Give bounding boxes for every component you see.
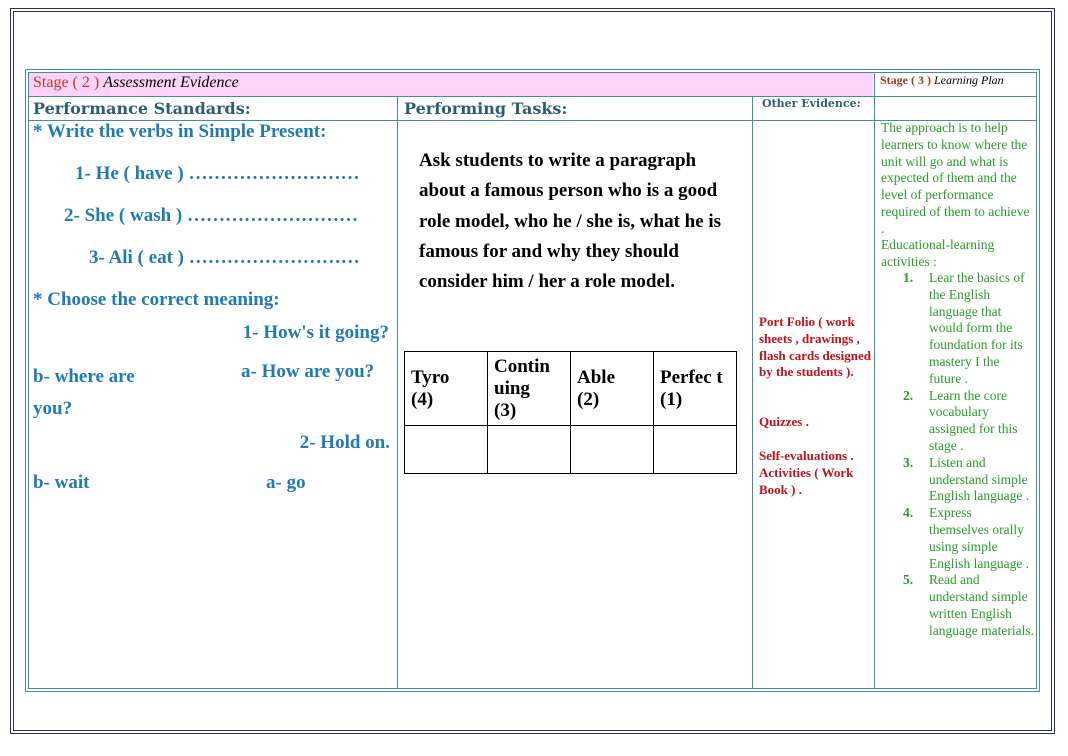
rubric-score: (4) (411, 388, 434, 410)
evidence-quizzes: Quizzes . (759, 414, 809, 429)
list-item: 3. Listen and understand simple English l… (903, 454, 1030, 504)
verb-item-1: 1- He ( have ) ……………………… (75, 163, 360, 184)
performing-tasks-heading: Performing Tasks: (404, 99, 568, 118)
rubric-label: Contin uing (494, 355, 550, 399)
q1-option-b: b- where are you? (33, 366, 135, 419)
list-item: 4. Express themselves orally using simple… (903, 505, 1030, 571)
rubric-score: (1) (660, 388, 683, 410)
performance-standards-heading: Performance Standards: (33, 99, 251, 118)
stage3-header: Stage ( 3 ) Learning Plan (880, 73, 1004, 88)
rubric-table: Tyro (4) Contin uing (3) Able (2) Perfec t(… (404, 351, 737, 474)
col-divider-3 (874, 73, 875, 689)
question-1: 1- How's it going? (242, 322, 389, 343)
list-item: 5. Read and understand simple written Eng… (903, 572, 1034, 638)
col-divider-2 (752, 97, 753, 689)
evidence-self-evaluations: Self-evaluations . Activities ( Work Boo… (759, 448, 854, 497)
rubric-score: (2) (577, 388, 600, 410)
rubric-header-continuing: Contin uing (3) (487, 351, 571, 426)
verb-item-2: 2- She ( wash ) ……………………… (64, 205, 358, 226)
rubric-cell (404, 425, 488, 474)
header-divider (29, 96, 1037, 97)
rubric-label: Perfec t (660, 366, 723, 388)
q1-option-a: a- How are you? (241, 361, 375, 382)
plan-intro: The approach is to help learners to know… (881, 120, 1030, 236)
evidence-portfolio: Port Folio ( work sheets , drawings , fl… (759, 314, 871, 380)
write-verbs-heading: * Write the verbs in Simple Present: (33, 121, 327, 142)
rubric-cell (653, 425, 737, 474)
stage2-title: Assessment Evidence (103, 74, 239, 91)
task-description: Ask students to write a paragraph about … (419, 150, 722, 293)
stage2-header: Stage ( 2 ) Assessment Evidence (33, 74, 239, 92)
verb-item-3: 3- Ali ( eat ) ……………………… (89, 247, 360, 268)
stage2-prefix: Stage ( 2 ) (33, 74, 100, 91)
rubric-cell (570, 425, 654, 474)
col-divider-1 (397, 97, 398, 689)
q2-option-b: b- wait (33, 472, 90, 493)
rubric-header-able: Able (2) (570, 351, 654, 426)
question-2: 2- Hold on. (299, 432, 390, 453)
list-item: 1. Lear the basics of the English languag… (903, 270, 1025, 386)
rubric-header-tyro: Tyro (4) (404, 351, 488, 426)
q2-option-a: a- go (266, 472, 306, 493)
list-item: 2. Learn the core vocabulary assigned for… (903, 387, 1018, 453)
activities-list: 1. Lear the basics of the English languag… (903, 270, 1037, 640)
rubric-label: Able (577, 366, 615, 388)
rubric-header-perfect: Perfec t (1) (653, 351, 737, 426)
other-evidence-heading: Other Evidence: (762, 97, 861, 110)
rubric-cell (487, 425, 571, 474)
rubric-score: (3) (494, 399, 517, 421)
stage3-prefix: Stage ( 3 ) (880, 73, 931, 87)
choose-meaning-heading: * Choose the correct meaning: (33, 289, 280, 310)
rubric-label: Tyro (411, 366, 450, 388)
stage3-title: Learning Plan (934, 73, 1004, 87)
activities-label: Educational-learning activities : (881, 237, 995, 269)
